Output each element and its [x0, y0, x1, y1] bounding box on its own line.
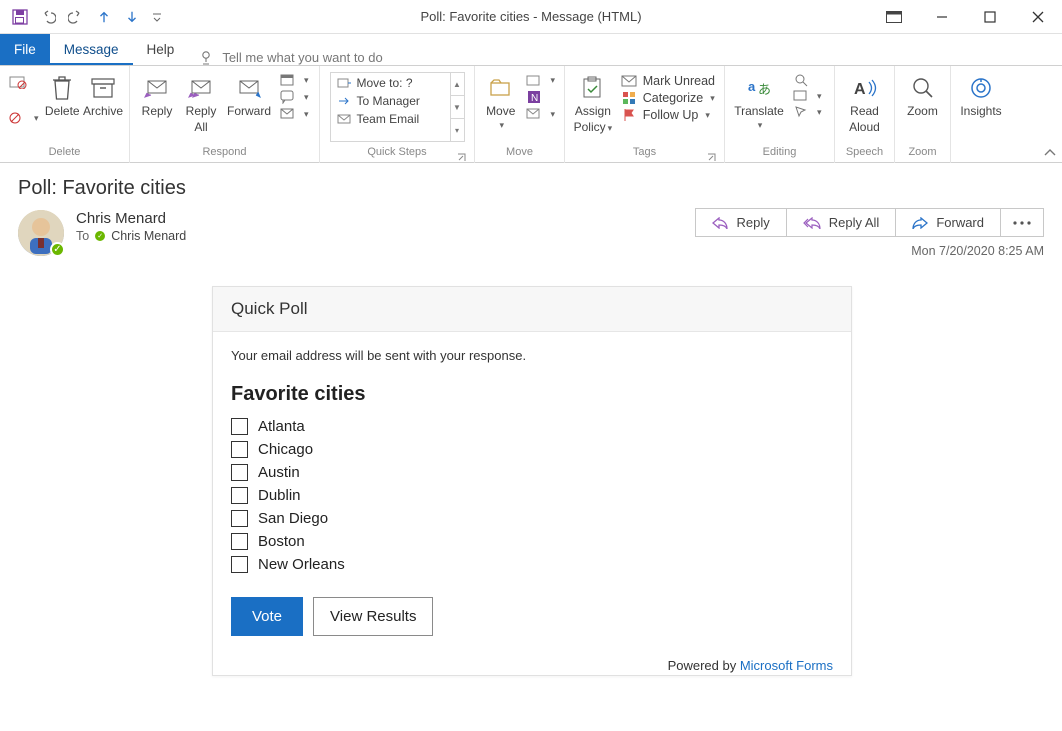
save-icon[interactable]	[8, 5, 32, 29]
rules-icon[interactable]: ▾	[522, 72, 558, 88]
poll-option[interactable]: New Orleans	[231, 556, 833, 573]
checkbox-icon[interactable]	[231, 533, 248, 550]
close-icon[interactable]	[1014, 0, 1062, 34]
quickstep-tomanager[interactable]: To Manager	[331, 92, 450, 110]
checkbox-icon[interactable]	[231, 464, 248, 481]
reply-button[interactable]: Reply	[136, 70, 178, 118]
reply-all-button[interactable]: Reply All	[180, 70, 222, 135]
select-icon[interactable]: ▾	[789, 104, 825, 120]
qat-customize-icon[interactable]	[148, 5, 166, 29]
recipient-presence-icon: ✓	[95, 231, 105, 241]
sender-name: Chris Menard	[76, 210, 186, 227]
poll-note: Your email address will be sent with you…	[231, 348, 833, 363]
group-editing: Editing	[731, 145, 828, 163]
header-replyall-button[interactable]: Reply All	[787, 208, 897, 237]
tab-message[interactable]: Message	[50, 33, 133, 65]
group-quicksteps: Quick Steps	[326, 145, 468, 163]
minimize-icon[interactable]	[918, 0, 966, 34]
quickstep-up-icon[interactable]: ▲	[451, 73, 464, 96]
tell-me-search[interactable]: Tell me what you want to do	[188, 49, 392, 65]
checkbox-icon[interactable]	[231, 441, 248, 458]
poll-card: Quick Poll Your email address will be se…	[212, 286, 852, 676]
svg-text:N: N	[531, 93, 538, 104]
assign-policy-button[interactable]: Assign Policy▾	[571, 70, 615, 135]
zoom-button[interactable]: Zoom	[901, 70, 944, 118]
insights-button[interactable]: Insights	[957, 70, 1005, 118]
forward-button[interactable]: Forward	[224, 70, 274, 118]
header-forward-button[interactable]: Forward	[896, 208, 1001, 237]
tab-help[interactable]: Help	[133, 33, 189, 65]
junk-icon[interactable]: ▾	[6, 110, 42, 126]
header-reply-button[interactable]: Reply	[695, 208, 786, 237]
meeting-icon[interactable]: ▾	[276, 72, 312, 88]
message-subject: Poll: Favorite cities	[18, 171, 1044, 210]
poll-option[interactable]: Atlanta	[231, 418, 833, 435]
group-respond: Respond	[136, 145, 313, 163]
ribbon-display-icon[interactable]	[870, 0, 918, 34]
tags-launcher-icon[interactable]	[706, 152, 716, 162]
categorize-button[interactable]: Categorize▾	[617, 90, 718, 106]
poll-option[interactable]: Chicago	[231, 441, 833, 458]
checkbox-icon[interactable]	[231, 556, 248, 573]
presence-icon: ✓	[50, 242, 65, 257]
translate-button[interactable]: aあ Translate ▾	[731, 70, 787, 131]
im-icon[interactable]: ▾	[276, 89, 312, 105]
quicksteps-launcher-icon[interactable]	[456, 152, 466, 162]
group-tags: Tags	[571, 145, 718, 163]
mark-unread-button[interactable]: Mark Unread	[617, 73, 718, 89]
svg-text:a: a	[748, 79, 756, 94]
delete-button[interactable]: Delete	[44, 70, 81, 118]
quickstep-more-icon[interactable]: ▾	[451, 119, 464, 141]
svg-text:A: A	[854, 81, 866, 98]
move-button[interactable]: Move ▾	[481, 70, 520, 131]
poll-option[interactable]: San Diego	[231, 510, 833, 527]
poll-footer-text: Powered by	[668, 658, 740, 673]
find-icon[interactable]	[789, 72, 825, 88]
next-item-icon[interactable]	[120, 5, 144, 29]
poll-option[interactable]: Austin	[231, 464, 833, 481]
group-speech: Speech	[841, 145, 888, 163]
redo-icon[interactable]	[64, 5, 88, 29]
related-icon[interactable]: ▾	[789, 89, 825, 103]
microsoft-forms-link[interactable]: Microsoft Forms	[740, 658, 833, 673]
poll-option[interactable]: Boston	[231, 533, 833, 550]
header-more-button[interactable]	[1001, 208, 1044, 237]
maximize-icon[interactable]	[966, 0, 1014, 34]
poll-option[interactable]: Dublin	[231, 487, 833, 504]
more-respond-icon[interactable]: ▾	[276, 106, 312, 122]
message-date: Mon 7/20/2020 8:25 AM	[911, 244, 1044, 258]
actions-icon[interactable]: ▾	[522, 106, 558, 122]
checkbox-icon[interactable]	[231, 418, 248, 435]
tab-file[interactable]: File	[0, 33, 50, 65]
tell-me-label: Tell me what you want to do	[222, 50, 382, 65]
ignore-icon[interactable]	[6, 74, 42, 90]
read-aloud-button[interactable]: A Read Aloud	[841, 70, 888, 135]
poll-question: Favorite cities	[231, 383, 833, 406]
collapse-ribbon-icon[interactable]	[1044, 146, 1056, 160]
quickstep-teamemail[interactable]: Team Email	[331, 110, 450, 128]
archive-button[interactable]: Archive	[83, 70, 123, 118]
undo-icon[interactable]	[36, 5, 60, 29]
onenote-icon[interactable]: N	[522, 89, 558, 105]
poll-title: Quick Poll	[213, 287, 851, 332]
vote-button[interactable]: Vote	[231, 597, 303, 636]
followup-button[interactable]: Follow Up▾	[617, 107, 718, 123]
quickstep-down-icon[interactable]: ▼	[451, 96, 464, 119]
quickstep-moveto[interactable]: Move to: ?	[331, 74, 450, 92]
view-results-button[interactable]: View Results	[313, 597, 433, 636]
svg-text:あ: あ	[758, 82, 771, 97]
to-label: To	[76, 229, 89, 243]
to-recipient: Chris Menard	[111, 229, 186, 243]
group-delete: Delete	[6, 145, 123, 163]
group-move: Move	[481, 145, 558, 163]
group-zoom: Zoom	[901, 145, 944, 163]
checkbox-icon[interactable]	[231, 510, 248, 527]
sender-avatar[interactable]: ✓	[18, 210, 64, 256]
prev-item-icon[interactable]	[92, 5, 116, 29]
checkbox-icon[interactable]	[231, 487, 248, 504]
